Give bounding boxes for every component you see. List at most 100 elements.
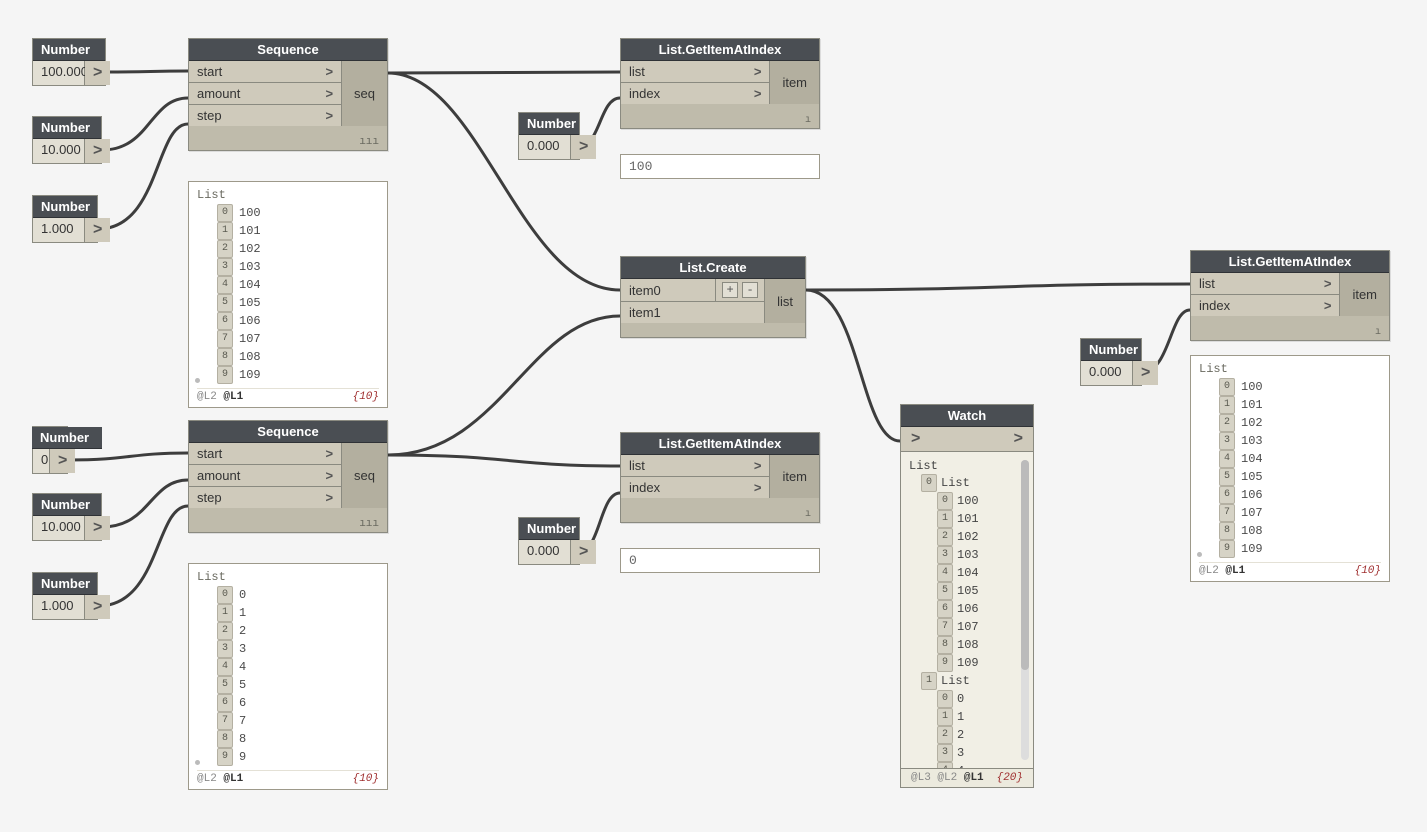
lacing-icon[interactable]: ııı [359,136,379,148]
output-port[interactable]: > [50,449,75,473]
preview-row: 99 [197,748,379,766]
port-label: start [197,446,222,461]
output-port[interactable]: > [1133,361,1158,385]
number-value[interactable]: 10.000 [33,139,85,163]
input-port[interactable]: > [901,427,930,451]
index-pill: 3 [1219,432,1235,450]
list-create-node[interactable]: List.Create item0 + - item1 list [620,256,806,338]
index-pill: 7 [217,330,233,348]
node-title: List.GetItemAtIndex [621,39,819,61]
number-value[interactable]: 10.000 [33,516,85,540]
output-port-item[interactable]: item [770,61,819,104]
input-port-step[interactable]: step> [189,105,341,126]
input-port-list[interactable]: list> [1191,273,1339,295]
lacing-icon[interactable]: ı [805,509,811,520]
value-preview: 0 [620,548,820,573]
preview-row: 4104 [1199,450,1381,468]
output-port[interactable]: > [571,540,596,564]
number-node[interactable]: Number 0.000 > [518,517,580,565]
number-node[interactable]: Number 0.000 > [1080,338,1142,386]
add-input-button[interactable]: + [722,282,738,298]
chevron-icon: > [754,480,762,495]
index-pill: 0 [217,586,233,604]
output-port-seq[interactable]: seq [342,443,387,508]
input-port-start[interactable]: start> [189,443,341,465]
output-port[interactable]: > [85,139,110,163]
number-node[interactable]: Number 1.000 > [32,195,98,243]
preview-value: 9 [239,749,246,765]
number-value[interactable]: 1.000 [33,218,85,242]
preview-row: 7107 [1199,504,1381,522]
input-port-item0[interactable]: item0 [621,279,715,302]
output-port[interactable]: > [1004,427,1033,451]
lacing-icon[interactable]: ı [1375,327,1381,338]
input-port-item1[interactable]: item1 [621,302,764,323]
output-port[interactable]: > [571,135,596,159]
node-title: Number [33,117,101,139]
output-port-item[interactable]: item [770,455,819,498]
preview-dot-icon [195,378,200,383]
watch-row: 3 103 [909,546,1029,564]
input-port-index[interactable]: index> [621,477,769,498]
getitem-node[interactable]: List.GetItemAtIndex list> index> item ı [620,38,820,129]
scrollbar-thumb[interactable] [1021,460,1029,670]
watch-row: 2 102 [909,528,1029,546]
node-title: Watch [901,405,1033,427]
port-label: index [1199,298,1230,313]
index-pill: 9 [1219,540,1235,558]
output-port-list[interactable]: list [765,279,805,323]
number-node[interactable]: Number 10.000 > [32,493,102,541]
input-port-start[interactable]: start> [189,61,341,83]
sequence-node[interactable]: Sequence start> amount> step> seq ııı [188,38,388,151]
number-value[interactable]: 0.000 [519,540,571,564]
number-node[interactable]: Number 0.000 > [518,112,580,160]
preview-row: 5105 [197,294,379,312]
input-port-amount[interactable]: amount> [189,83,341,105]
lacing-icon[interactable]: ııı [359,518,379,530]
input-port-list[interactable]: list> [621,455,769,477]
number-value[interactable]: 0.000 [519,135,571,159]
port-label: item [782,75,807,90]
watch-row: List [909,458,1029,474]
output-port-seq[interactable]: seq [342,61,387,126]
number-node[interactable]: Number 100.000 > [32,38,106,86]
list-label: List [1199,362,1381,376]
input-port-amount[interactable]: amount> [189,465,341,487]
index-pill: 2 [217,240,233,258]
number-value[interactable]: 0 [33,449,50,473]
number-value[interactable]: 100.000 [33,61,85,85]
number-value[interactable]: 1.000 [33,595,85,619]
input-port-index[interactable]: index> [621,83,769,104]
scrollbar[interactable] [1021,460,1029,760]
watch-row: 3 3 [909,744,1029,762]
watch-node[interactable]: Watch > > List0 List0 1001 1012 1023 103… [900,404,1034,788]
preview-row: 2102 [197,240,379,258]
getitem-node[interactable]: List.GetItemAtIndex list> index> item ı [1190,250,1390,341]
port-label: item1 [629,305,661,320]
number-node[interactable]: Number 0 > [32,426,68,474]
output-port[interactable]: > [85,218,110,242]
watch-row: 0 0 [909,690,1029,708]
index-pill: 9 [217,366,233,384]
number-value[interactable]: 0.000 [1081,361,1133,385]
number-node[interactable]: Number 1.000 > [32,572,98,620]
preview-value: 103 [1241,433,1263,449]
port-label: list [629,64,645,79]
index-pill: 3 [217,640,233,658]
remove-input-button[interactable]: - [742,282,758,298]
input-port-list[interactable]: list> [621,61,769,83]
output-port-item[interactable]: item [1340,273,1389,316]
index-pill: 1 [1219,396,1235,414]
output-port[interactable]: > [85,61,110,85]
lacing-icon[interactable]: ı [805,115,811,126]
input-port-step[interactable]: step> [189,487,341,508]
preview-value: 102 [1241,415,1263,431]
output-port[interactable]: > [85,595,110,619]
output-port[interactable]: > [85,516,110,540]
number-node[interactable]: Number 10.000 > [32,116,102,164]
node-title: Number [1081,339,1141,361]
sequence-node[interactable]: Sequence start> amount> step> seq ııı [188,420,388,533]
preview-value: 101 [239,223,261,239]
input-port-index[interactable]: index> [1191,295,1339,316]
getitem-node[interactable]: List.GetItemAtIndex list> index> item ı [620,432,820,523]
